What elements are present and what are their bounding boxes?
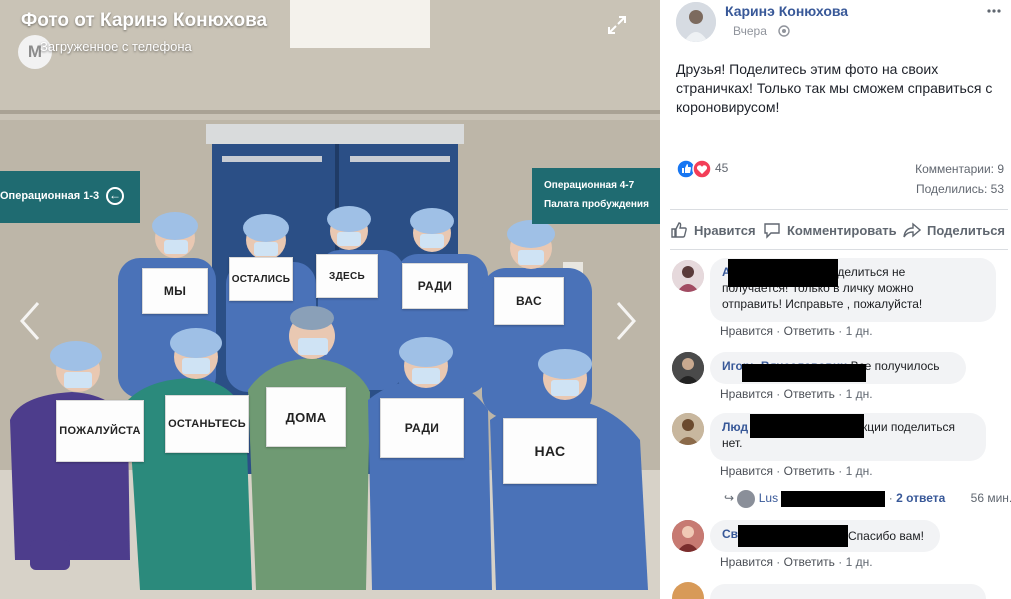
reply-author[interactable]: Lus bbox=[759, 491, 778, 505]
comment-text: Спасибо вам! bbox=[848, 529, 924, 543]
comment-like-link[interactable]: Нравится bbox=[720, 387, 773, 401]
reply-age: 56 мин. bbox=[970, 491, 1011, 506]
thumbs-up-icon bbox=[671, 222, 687, 238]
wall-sign-left-text: Операционная 1-3 bbox=[0, 190, 100, 202]
redaction-bar bbox=[781, 491, 886, 507]
wall-sign-right-line2: Палата пробуждения bbox=[544, 199, 649, 210]
redaction-bar bbox=[728, 259, 838, 287]
photo-sign: ПОЖАЛУЙСТА bbox=[56, 400, 144, 462]
arrow-left-circle-icon: ← bbox=[106, 187, 124, 205]
comment-meta: Нравится · Ответить · 1 дн. bbox=[720, 387, 873, 401]
comment: Ал оделиться не получается! Только в лич… bbox=[672, 258, 1007, 348]
comment-like-link[interactable]: Нравится bbox=[720, 555, 773, 569]
reply-arrow-icon: ↪ bbox=[724, 491, 735, 506]
comment-meta: Нравится · Ответить · 1 дн. bbox=[720, 555, 873, 569]
comment-reply-link[interactable]: Ответить bbox=[784, 387, 835, 401]
more-options-icon[interactable] bbox=[986, 6, 1002, 16]
like-button[interactable]: Нравится bbox=[670, 221, 756, 239]
comment-age[interactable]: 1 дн. bbox=[846, 387, 873, 401]
comment-like-link[interactable]: Нравится bbox=[720, 464, 773, 478]
comments-count[interactable]: Комментарии: 9 bbox=[915, 162, 1004, 176]
share-button[interactable]: Поделиться bbox=[903, 221, 1005, 239]
previous-photo-arrow-icon[interactable] bbox=[16, 299, 44, 343]
comment-meta: Нравится · Ответить · 1 дн. bbox=[720, 464, 873, 478]
reply-avatar-icon bbox=[737, 490, 756, 508]
comment-reply-link[interactable]: Ответить bbox=[784, 324, 835, 338]
photo-sign: ЗДЕСЬ bbox=[316, 254, 378, 298]
photo-subtitle: Загруженное с телефона bbox=[40, 39, 192, 54]
divider bbox=[670, 209, 1008, 210]
comment-button[interactable]: Комментировать bbox=[763, 221, 897, 239]
wall-sign-right-line1: Операционная 4-7 bbox=[544, 180, 635, 191]
share-arrow-icon bbox=[903, 222, 921, 238]
post-time[interactable]: Вчера bbox=[733, 24, 767, 38]
photo-sign: МЫ bbox=[142, 268, 208, 314]
photo-sign: РАДИ bbox=[380, 398, 464, 458]
replies-preview[interactable]: ↪ Lus · 2 ответа 56 мин. bbox=[724, 490, 1011, 508]
globe-privacy-icon[interactable] bbox=[778, 25, 790, 37]
comment-text: кции поделиться bbox=[862, 420, 955, 434]
reaction-icons[interactable] bbox=[676, 159, 716, 179]
photo-title[interactable]: Фото от Каринэ Конюхова bbox=[21, 10, 267, 32]
replies-count-link[interactable]: 2 ответа bbox=[896, 491, 945, 505]
comment-text: оделиться не bbox=[831, 265, 906, 279]
wall-sign-left: Операционная 1-3 ← bbox=[0, 171, 140, 223]
redaction-bar bbox=[750, 414, 864, 438]
comment-age[interactable]: 1 дн. bbox=[846, 464, 873, 478]
comment: Игорь Вячеславович Все получилось Нравит… bbox=[672, 352, 1007, 402]
commenter-avatar[interactable] bbox=[672, 413, 704, 445]
comment: Све Спасибо вам! Нравится · Ответить · 1… bbox=[672, 520, 1007, 575]
comment-like-link[interactable]: Нравится bbox=[720, 324, 773, 338]
commenter-avatar[interactable] bbox=[672, 260, 704, 292]
comment-age[interactable]: 1 дн. bbox=[846, 555, 873, 569]
commenter-avatar[interactable] bbox=[672, 582, 704, 599]
photo-sign: РАДИ bbox=[402, 263, 468, 309]
shares-count[interactable]: Поделились: 53 bbox=[916, 182, 1004, 196]
author-avatar[interactable] bbox=[676, 2, 716, 42]
post-panel: Каринэ Конюхова Вчера Друзья! Поделитесь… bbox=[660, 0, 1011, 599]
commenter-avatar[interactable] bbox=[672, 352, 704, 384]
share-button-label: Поделиться bbox=[927, 222, 1006, 238]
reaction-count[interactable]: 45 bbox=[715, 161, 728, 175]
commenter-name[interactable]: Люд bbox=[722, 420, 748, 434]
comment-bubble bbox=[710, 584, 986, 599]
next-photo-arrow-icon[interactable] bbox=[612, 299, 640, 343]
comment-age[interactable]: 1 дн. bbox=[846, 324, 873, 338]
photo-sign: НАС bbox=[503, 418, 597, 484]
redaction-bar bbox=[738, 525, 848, 547]
photo-sign: ОСТАЛИСЬ bbox=[229, 257, 293, 301]
photo-sign: ДОМА bbox=[266, 387, 346, 447]
author-name[interactable]: Каринэ Конюхова bbox=[725, 3, 848, 19]
comment-text: отправить! Исправьте , пожалуйста! bbox=[722, 297, 923, 311]
comment: Люд кции поделиться нет. Нравится · Отве… bbox=[672, 413, 1011, 513]
redaction-bar bbox=[742, 364, 866, 382]
comment-meta: Нравится · Ответить · 1 дн. bbox=[720, 324, 873, 338]
commenter-avatar[interactable] bbox=[672, 520, 704, 552]
photo-sign: ОСТАНЬТЕСЬ bbox=[165, 395, 249, 453]
divider bbox=[670, 249, 1008, 250]
photo-sign: ВАС bbox=[494, 277, 564, 325]
photo-viewer: Операционная 1-3 ← Операционная 4-7 Пала… bbox=[0, 0, 660, 599]
comment-button-label: Комментировать bbox=[787, 222, 897, 238]
wall-sign-right: Операционная 4-7 Палата пробуждения bbox=[532, 168, 660, 224]
speech-bubble-icon bbox=[764, 223, 780, 239]
comment-reply-link[interactable]: Ответить bbox=[784, 464, 835, 478]
comment-reply-link[interactable]: Ответить bbox=[784, 555, 835, 569]
fullscreen-icon[interactable] bbox=[606, 14, 628, 36]
like-button-label: Нравится bbox=[694, 222, 756, 238]
post-text: Друзья! Поделитесь этим фото на своих ст… bbox=[676, 61, 993, 115]
